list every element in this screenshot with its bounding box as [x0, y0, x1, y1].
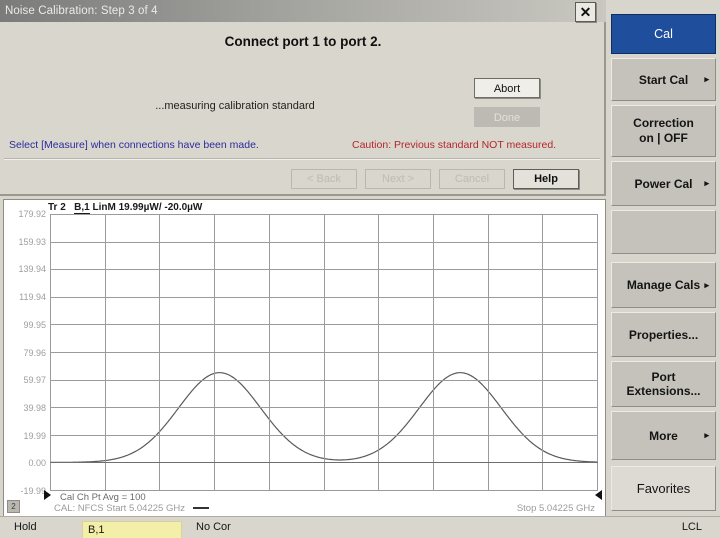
- y-axis-tick-label: 59.97: [23, 375, 46, 385]
- softkey-start-cal[interactable]: Start Cal ▸: [611, 58, 716, 101]
- softkey-cal[interactable]: Cal: [611, 14, 716, 54]
- grid-hline: [50, 324, 598, 325]
- status-lcl: LCL: [682, 521, 702, 533]
- softkey-port-extensions[interactable]: Port Extensions...: [611, 361, 716, 407]
- softkey-label: Power Cal: [634, 177, 692, 191]
- status-correction[interactable]: No Cor: [196, 521, 231, 533]
- cal-averaging-text: Cal Ch Pt Avg = 100: [60, 492, 146, 503]
- trace-chart-panel[interactable]: Tr 2 B,1 LinM 19.99µW/ -20.0µW Calibrati…: [3, 199, 606, 517]
- cancel-button[interactable]: Cancel: [439, 169, 505, 189]
- status-bar: Hold B,1 No Cor LCL: [0, 516, 720, 538]
- chart-grid[interactable]: [50, 214, 598, 491]
- grid-hline: [50, 462, 598, 463]
- y-axis-tick-label: 39.98: [23, 403, 46, 413]
- status-hold[interactable]: Hold: [14, 521, 37, 533]
- trace-label: Tr 2 B,1 LinM 19.99µW/ -20.0µW: [48, 202, 202, 213]
- back-button[interactable]: < Back: [291, 169, 357, 189]
- y-axis-tick-label: 19.99: [23, 431, 46, 441]
- dialog-status-text: ...measuring calibration standard: [0, 100, 470, 112]
- softkey-label: More: [649, 429, 678, 443]
- softkey-label-line2: on | OFF: [633, 131, 694, 146]
- caution-text: Caution: Previous standard NOT measured.: [352, 139, 556, 151]
- chart-stop-frequency: Stop 5.04225 GHz: [517, 503, 595, 514]
- vna-application-window: Noise Calibration: Step 3 of 4 ✕ Connect…: [0, 0, 720, 538]
- grid-hline: [50, 297, 598, 298]
- y-axis-tick-label: 79.96: [23, 348, 46, 358]
- trace-channel: B,1: [74, 202, 90, 214]
- grid-hline: [50, 214, 598, 215]
- grid-hline: [50, 407, 598, 408]
- softkey-manage-cals[interactable]: Manage Cals ▸: [611, 262, 716, 308]
- softkey-label-line1: Correction: [633, 116, 694, 131]
- connection-hint-text: Select [Measure] when connections have b…: [9, 139, 259, 151]
- chevron-right-icon: ▸: [704, 431, 709, 440]
- trace-number: Tr 2: [48, 202, 66, 213]
- chart-start-frequency-text: CAL: NFCS Start 5.04225 GHz: [54, 503, 185, 514]
- softkey-correction[interactable]: Correctionon | OFF: [611, 105, 716, 157]
- help-button[interactable]: Help: [513, 169, 579, 189]
- trace-color-swatch: [193, 507, 209, 509]
- trace-number-badge[interactable]: 2: [7, 500, 20, 513]
- chevron-right-icon: ▸: [704, 179, 709, 188]
- y-axis-tick-label: 159.93: [18, 237, 46, 247]
- abort-button[interactable]: Abort: [474, 78, 540, 98]
- softkey-label: Properties...: [629, 328, 698, 342]
- grid-hline: [50, 435, 598, 436]
- softkey-sidebar: Cal Start Cal ▸ Correctionon | OFF Power Cal…: [606, 0, 720, 519]
- close-icon[interactable]: ✕: [575, 2, 596, 22]
- y-axis-tick-label: 99.95: [23, 320, 46, 330]
- y-axis-tick-label: 179.92: [18, 209, 46, 219]
- trace-format: LinM 19.99µW/ -20.0µW: [92, 202, 202, 213]
- grid-hline: [50, 269, 598, 270]
- dialog-separator: [4, 158, 600, 160]
- y-axis-tick-label: 139.94: [18, 264, 46, 274]
- softkey-label: Start Cal: [639, 73, 688, 87]
- dialog-title: Noise Calibration: Step 3 of 4: [0, 5, 158, 17]
- softkey-label: Favorites: [637, 481, 690, 496]
- chevron-right-icon: ▸: [704, 281, 709, 290]
- y-axis-tick-label: 119.94: [19, 292, 46, 302]
- start-marker-icon: [44, 490, 51, 500]
- grid-hline: [50, 242, 598, 243]
- softkey-label: Manage Cals: [627, 278, 700, 292]
- next-button[interactable]: Next >: [365, 169, 431, 189]
- softkey-power-cal[interactable]: Power Cal ▸: [611, 161, 716, 206]
- chevron-right-icon: ▸: [704, 75, 709, 84]
- softkey-favorites[interactable]: Favorites: [611, 466, 716, 511]
- grid-hline: [50, 490, 598, 491]
- softkey-label: Correctionon | OFF: [633, 116, 694, 146]
- grid-hline: [50, 352, 598, 353]
- y-axis-tick-label: 0.00: [28, 458, 46, 468]
- chart-start-frequency: CAL: NFCS Start 5.04225 GHz: [54, 503, 209, 514]
- y-axis-labels: 179.92159.93139.94119.9499.9579.9659.973…: [6, 214, 48, 491]
- softkey-label: Cal: [654, 27, 673, 41]
- grid-hline: [50, 380, 598, 381]
- status-channel[interactable]: B,1: [82, 521, 182, 538]
- softkey-more[interactable]: More ▸: [611, 411, 716, 460]
- done-button[interactable]: Done: [474, 107, 540, 127]
- noise-calibration-dialog: Noise Calibration: Step 3 of 4 ✕ Connect…: [0, 0, 606, 196]
- dialog-heading: Connect port 1 to port 2.: [0, 34, 606, 49]
- softkey-blank: [611, 210, 716, 254]
- softkey-properties[interactable]: Properties...: [611, 312, 716, 357]
- softkey-label: Port Extensions...: [616, 370, 711, 398]
- y-axis-tick-label: -19.99: [20, 486, 46, 496]
- stop-marker-icon: [595, 490, 602, 500]
- dialog-titlebar: Noise Calibration: Step 3 of 4: [0, 0, 606, 22]
- dialog-nav-buttons: < Back Next > Cancel Help: [291, 169, 579, 189]
